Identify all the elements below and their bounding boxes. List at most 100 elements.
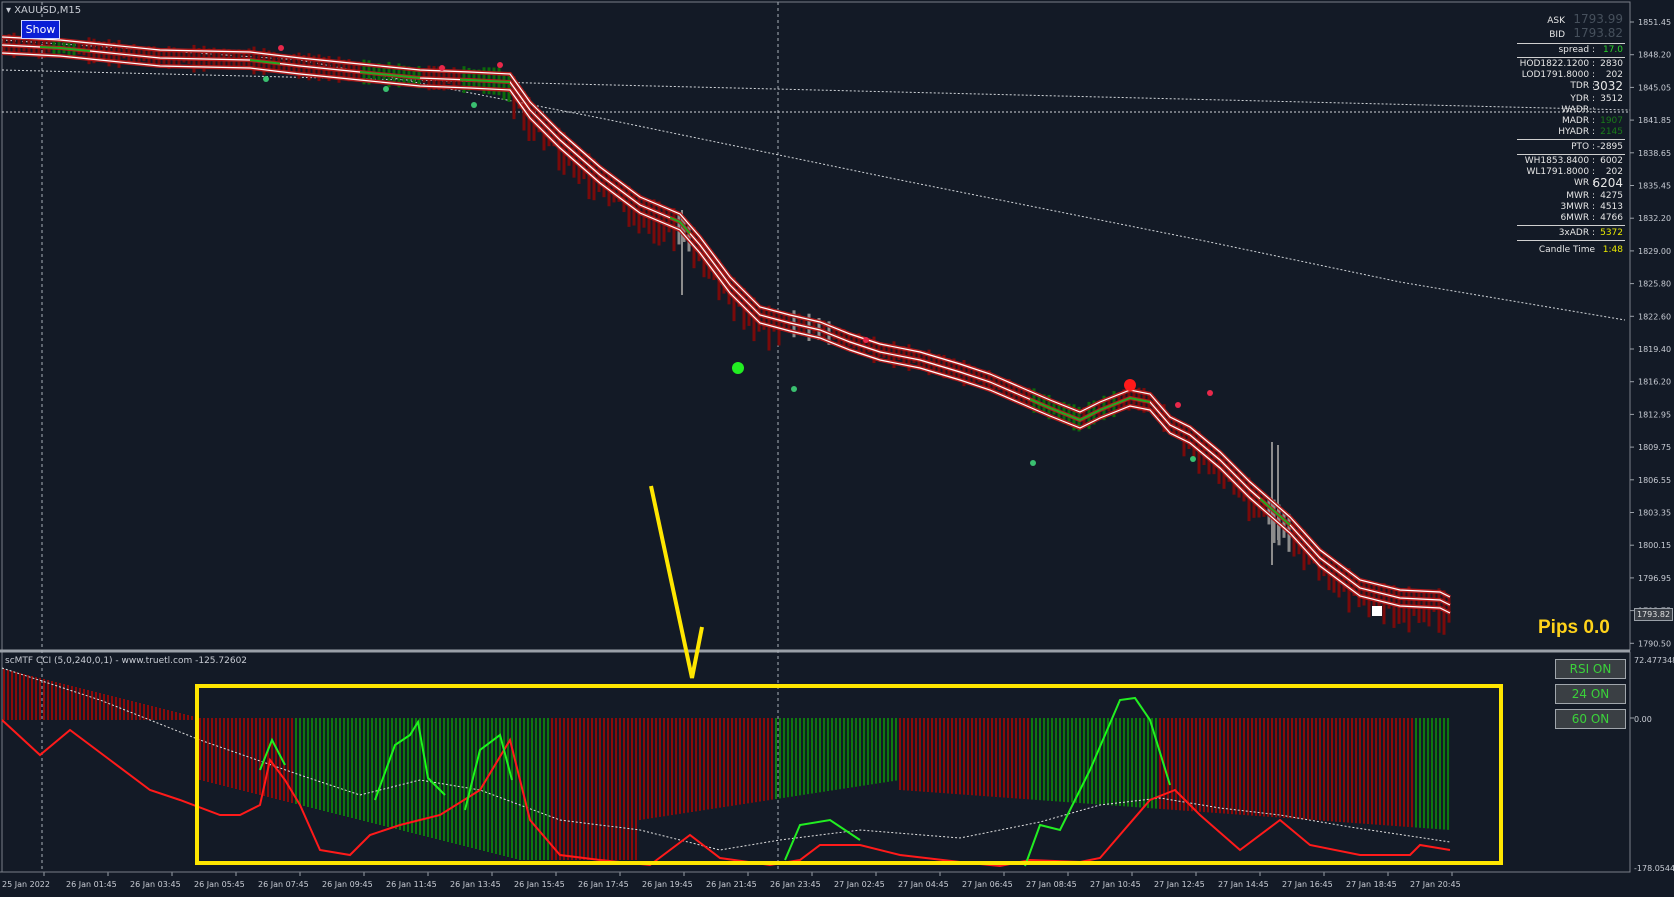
time-tick-label: 27 Jan 10:45 (1090, 880, 1141, 889)
price-tick-label: 1790.50 (1638, 639, 1671, 648)
symbol-title-text: XAUUSD,M15 (14, 5, 82, 16)
mwr6-value: 4766 (1600, 213, 1623, 223)
time-tick-label: 26 Jan 11:45 (386, 880, 437, 889)
adr3-value: 5372 (1600, 228, 1623, 238)
time-tick-label: 26 Jan 15:45 (514, 880, 565, 889)
pips-label: Pips 0.0 (1538, 617, 1610, 638)
bid-row: BID 1793.82 (1517, 26, 1625, 44)
tdr-value: 3032 (1592, 79, 1623, 93)
spread-value: 17.0 (1602, 45, 1623, 55)
madr-row: MADR : 1907 (1517, 116, 1625, 127)
pto-label: PTO : (1571, 142, 1595, 152)
price-tick-label: 1841.85 (1638, 116, 1671, 125)
toggle-24-button[interactable]: 24 ON (1555, 684, 1626, 704)
time-tick-label: 26 Jan 17:45 (578, 880, 629, 889)
hyadr-label: HYADR : (1558, 127, 1595, 137)
wh-value: 6002 (1600, 156, 1623, 166)
time-tick-label: 27 Jan 18:45 (1346, 880, 1397, 889)
signal-dot (497, 62, 503, 68)
mwr6-row: 6MWR : 4766 (1517, 213, 1625, 226)
candle-time-label: Candle Time (1538, 245, 1595, 255)
pto-row: PTO : -2895 (1517, 142, 1625, 155)
adr3-row: 3xADR : 5372 (1517, 228, 1625, 241)
signal-dot (1207, 390, 1213, 396)
ask-value: 1793.99 (1573, 12, 1623, 26)
time-tick-label: 26 Jan 13:45 (450, 880, 501, 889)
current-price-tag: 1793.82 (1634, 608, 1673, 621)
price-tick-label: 1848.20 (1638, 51, 1671, 60)
signal-dot (439, 65, 445, 71)
spread-label: spread : (1558, 45, 1595, 55)
price-axis: 1851.45 1848.20 1845.05 1841.85 1838.65 1835.… (1630, 18, 1671, 648)
madr-label: MADR : (1562, 116, 1595, 126)
time-tick-label: 27 Jan 16:45 (1282, 880, 1333, 889)
candle-time-row: Candle Time 1:48 (1517, 245, 1625, 256)
spread-row: spread : 17.0 (1517, 45, 1625, 58)
price-tick-label: 1809.75 (1638, 443, 1671, 452)
mwr-value: 4275 (1600, 191, 1623, 201)
signal-dot (383, 86, 389, 92)
time-tick-label: 26 Jan 07:45 (258, 880, 309, 889)
price-tick-label: 1851.45 (1638, 18, 1671, 27)
bid-value: 1793.82 (1573, 26, 1623, 40)
mwr-label: MWR : (1566, 191, 1595, 201)
rsi-toggle-button[interactable]: RSI ON (1555, 659, 1626, 679)
wr-row: WR : 6204 (1517, 176, 1625, 191)
main-chart-area[interactable] (1, 1, 1631, 651)
time-tick-label: 27 Jan 04:45 (898, 880, 949, 889)
time-tick-label: 26 Jan 21:45 (706, 880, 757, 889)
tdr-row: TDR : 3032 (1517, 79, 1625, 94)
time-tick-label: 27 Jan 12:45 (1154, 880, 1205, 889)
ask-label: ASK (1547, 16, 1565, 26)
wadr-row: WADR : (1517, 105, 1625, 116)
hyadr-value: 2145 (1600, 127, 1623, 137)
toggle-60-button[interactable]: 60 ON (1555, 709, 1626, 729)
price-tick-label: 1825.80 (1638, 280, 1671, 289)
wr-value: 6204 (1592, 176, 1623, 190)
price-tick-label: 1803.35 (1638, 509, 1671, 518)
lod-label: LOD1791.8000 : (1521, 70, 1595, 80)
price-tick-label: 1819.40 (1638, 345, 1671, 354)
sell-signal-dot (1124, 379, 1136, 391)
madr-value: 1907 (1600, 116, 1623, 126)
time-tick-label: 27 Jan 20:45 (1410, 880, 1461, 889)
signal-dot (791, 386, 797, 392)
time-tick-label: 26 Jan 09:45 (322, 880, 373, 889)
time-tick-label: 26 Jan 19:45 (642, 880, 693, 889)
signal-dot (1030, 460, 1036, 466)
time-tick-label: 25 Jan 2022 (2, 880, 50, 889)
wh-row: WH1853.8400 : 6002 (1517, 156, 1625, 167)
hod-label: HOD1822.1200 : (1519, 59, 1595, 69)
show-button[interactable]: Show (21, 20, 60, 39)
bid-label: BID (1549, 30, 1565, 40)
signal-dot (863, 337, 869, 343)
time-tick-label: 27 Jan 08:45 (1026, 880, 1077, 889)
price-tick-label: 1796.95 (1638, 574, 1671, 583)
current-marker (1372, 606, 1382, 616)
buy-signal-dot (732, 362, 744, 374)
price-tick-label: 1812.95 (1638, 410, 1671, 419)
time-tick-label: 26 Jan 01:45 (66, 880, 117, 889)
ydr-row: YDR : 3512 (1517, 94, 1625, 105)
mwr3-label: 3MWR : (1560, 202, 1595, 212)
adr3-label: 3xADR : (1558, 228, 1595, 238)
trading-chart: 1851.45 1848.20 1845.05 1841.85 1838.65 1835.… (0, 1, 1674, 889)
time-tick-label: 26 Jan 05:45 (194, 880, 245, 889)
hod-row: HOD1822.1200 : 2830 (1517, 59, 1625, 70)
price-tick-label: 1845.05 (1638, 83, 1671, 92)
symbol-title[interactable]: ▾ XAUUSD,M15 (6, 5, 81, 16)
price-tick-label: 1800.15 (1638, 541, 1671, 550)
ydr-label: YDR : (1570, 94, 1595, 104)
candle-time-value: 1:48 (1602, 245, 1623, 255)
time-axis: 25 Jan 2022 26 Jan 01:45 26 Jan 03:45 26 Ja… (0, 871, 1630, 889)
price-tick-label: 1816.20 (1638, 378, 1671, 387)
indicator-axis-top: 72.477348 (1634, 656, 1674, 665)
wadr-label: WADR : (1561, 105, 1595, 115)
wl-label: WL1791.8000 : (1526, 167, 1595, 177)
price-tick-label: 1835.45 (1638, 182, 1671, 191)
mwr3-value: 4513 (1600, 202, 1623, 212)
indicator-axis-zero: 0.00 (1634, 715, 1652, 724)
info-panel: ASK 1793.99 BID 1793.82 spread : 17.0 HO… (1517, 12, 1625, 256)
mwr3-row: 3MWR : 4513 (1517, 202, 1625, 213)
pto-value: -2895 (1596, 142, 1623, 152)
